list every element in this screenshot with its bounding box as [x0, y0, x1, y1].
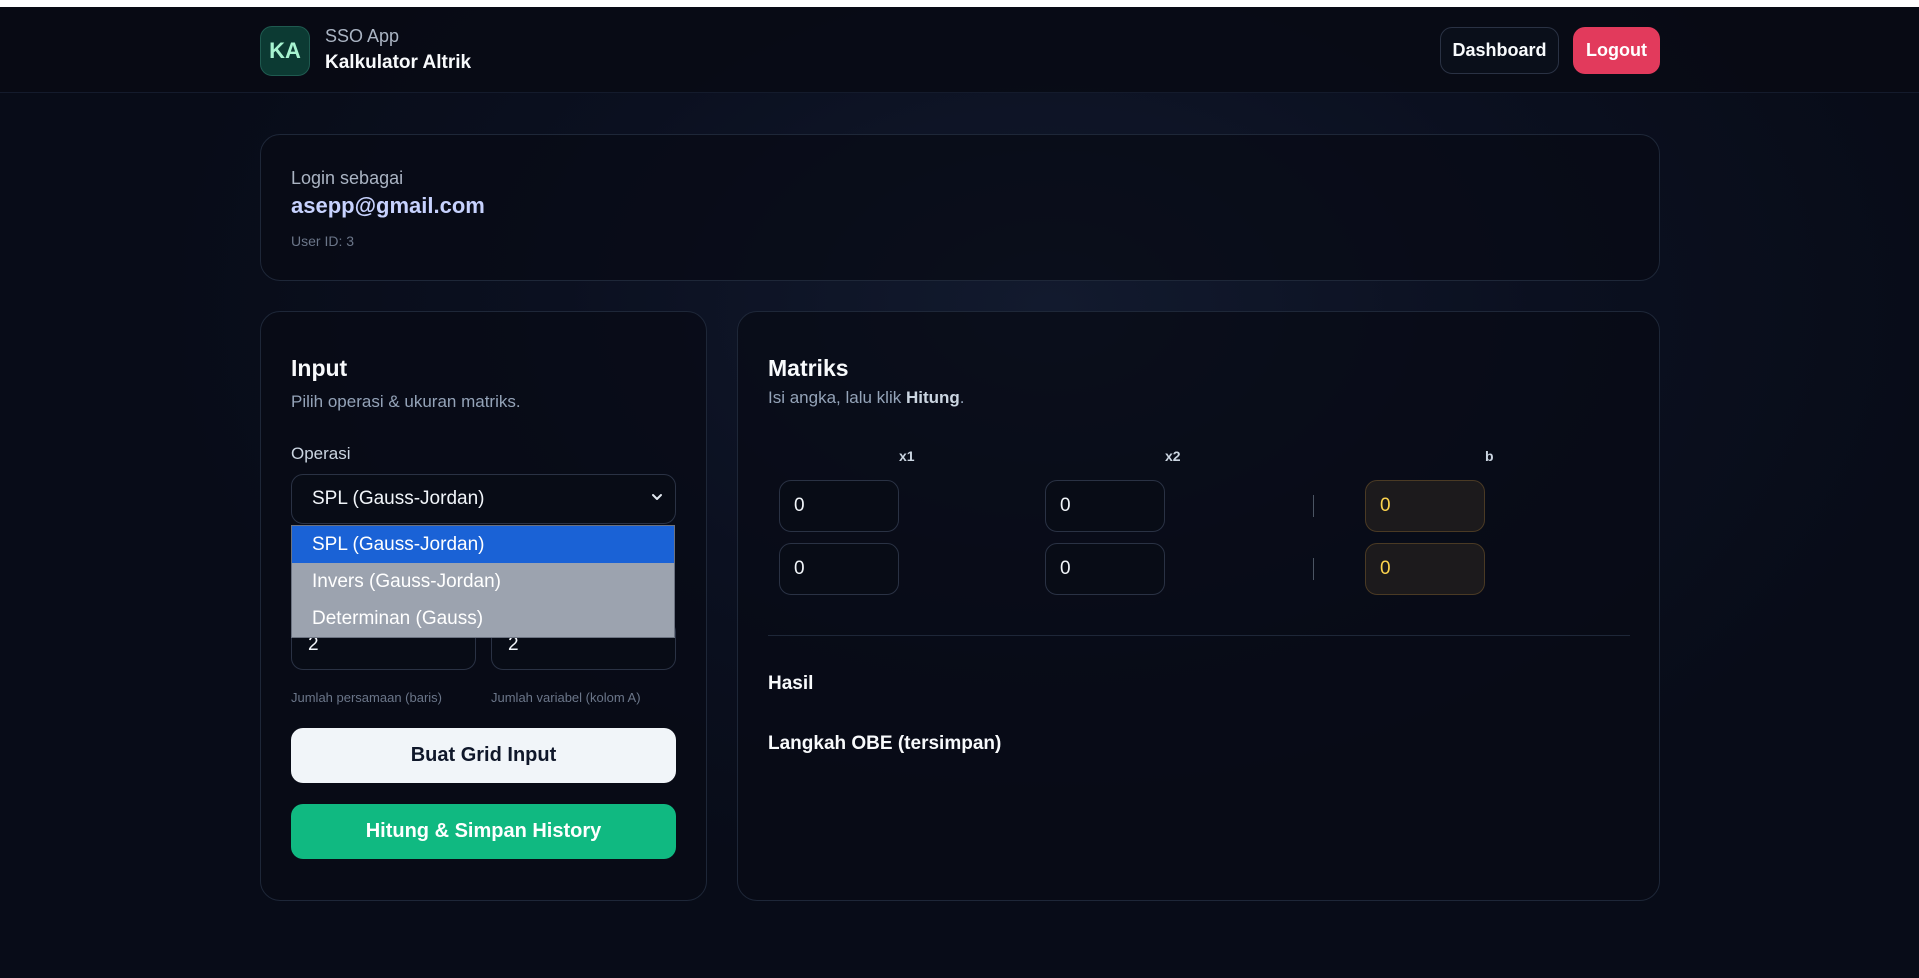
app-subtitle: SSO App [325, 26, 400, 46]
user-info-card: Login sebagai asepp@gmail.com User ID: 3 [260, 134, 1660, 281]
app-title: Kalkulator Altrik [325, 52, 472, 73]
input-title: Input [291, 355, 348, 381]
rows-hint: Jumlah persamaan (baris) [291, 690, 443, 705]
operation-option-spl[interactable]: SPL (Gauss-Jordan) [292, 526, 674, 563]
matrix-cell-r2-x2[interactable]: 0 [1045, 543, 1165, 595]
login-as-label: Login sebagai [291, 168, 404, 188]
column-header-x2: x2 [1165, 448, 1181, 464]
app-root: KA SSO App Kalkulator Altrik Dashboard L… [0, 7, 1919, 978]
operation-select-value: SPL (Gauss-Jordan) [312, 488, 485, 509]
matrix-panel: Matriks Isi angka, lalu klik Hitung. x1 … [737, 311, 1660, 901]
result-title: Hasil [768, 673, 814, 694]
operation-option-determinan[interactable]: Determinan (Gauss) [292, 600, 674, 637]
top-navbar: KA SSO App Kalkulator Altrik Dashboard L… [0, 7, 1919, 93]
steps-title: Langkah OBE (tersimpan) [768, 733, 1002, 754]
matrix-cell-r1-b[interactable]: 0 [1365, 480, 1485, 532]
matrix-cell-r2-x1[interactable]: 0 [779, 543, 899, 595]
app-logo: KA [260, 26, 310, 76]
column-header-x1: x1 [899, 448, 915, 464]
operation-label: Operasi [291, 444, 351, 463]
dashboard-button[interactable]: Dashboard [1440, 27, 1559, 74]
matrix-cell-r2-b[interactable]: 0 [1365, 543, 1485, 595]
logout-button[interactable]: Logout [1573, 27, 1660, 74]
user-email: asepp@gmail.com [291, 193, 485, 218]
build-grid-button[interactable]: Buat Grid Input [291, 728, 676, 783]
user-id: User ID: 3 [291, 233, 355, 249]
matrix-subtitle: Isi angka, lalu klik Hitung. [768, 388, 965, 407]
operation-select[interactable]: SPL (Gauss-Jordan) [291, 474, 676, 524]
input-subtitle: Pilih operasi & ukuran matriks. [291, 392, 521, 411]
augment-separator [1313, 495, 1314, 517]
cols-hint: Jumlah variabel (kolom A) [491, 690, 641, 705]
matrix-cell-r1-x2[interactable]: 0 [1045, 480, 1165, 532]
chevron-down-icon [652, 494, 662, 500]
matrix-cell-r1-x1[interactable]: 0 [779, 480, 899, 532]
operation-dropdown-list: SPL (Gauss-Jordan) Invers (Gauss-Jordan)… [291, 525, 675, 638]
matrix-title: Matriks [768, 355, 849, 381]
section-divider [768, 635, 1630, 636]
operation-option-invers[interactable]: Invers (Gauss-Jordan) [292, 563, 674, 600]
column-header-b: b [1485, 448, 1494, 464]
augment-separator [1313, 558, 1314, 580]
calculate-save-button[interactable]: Hitung & Simpan History [291, 804, 676, 859]
